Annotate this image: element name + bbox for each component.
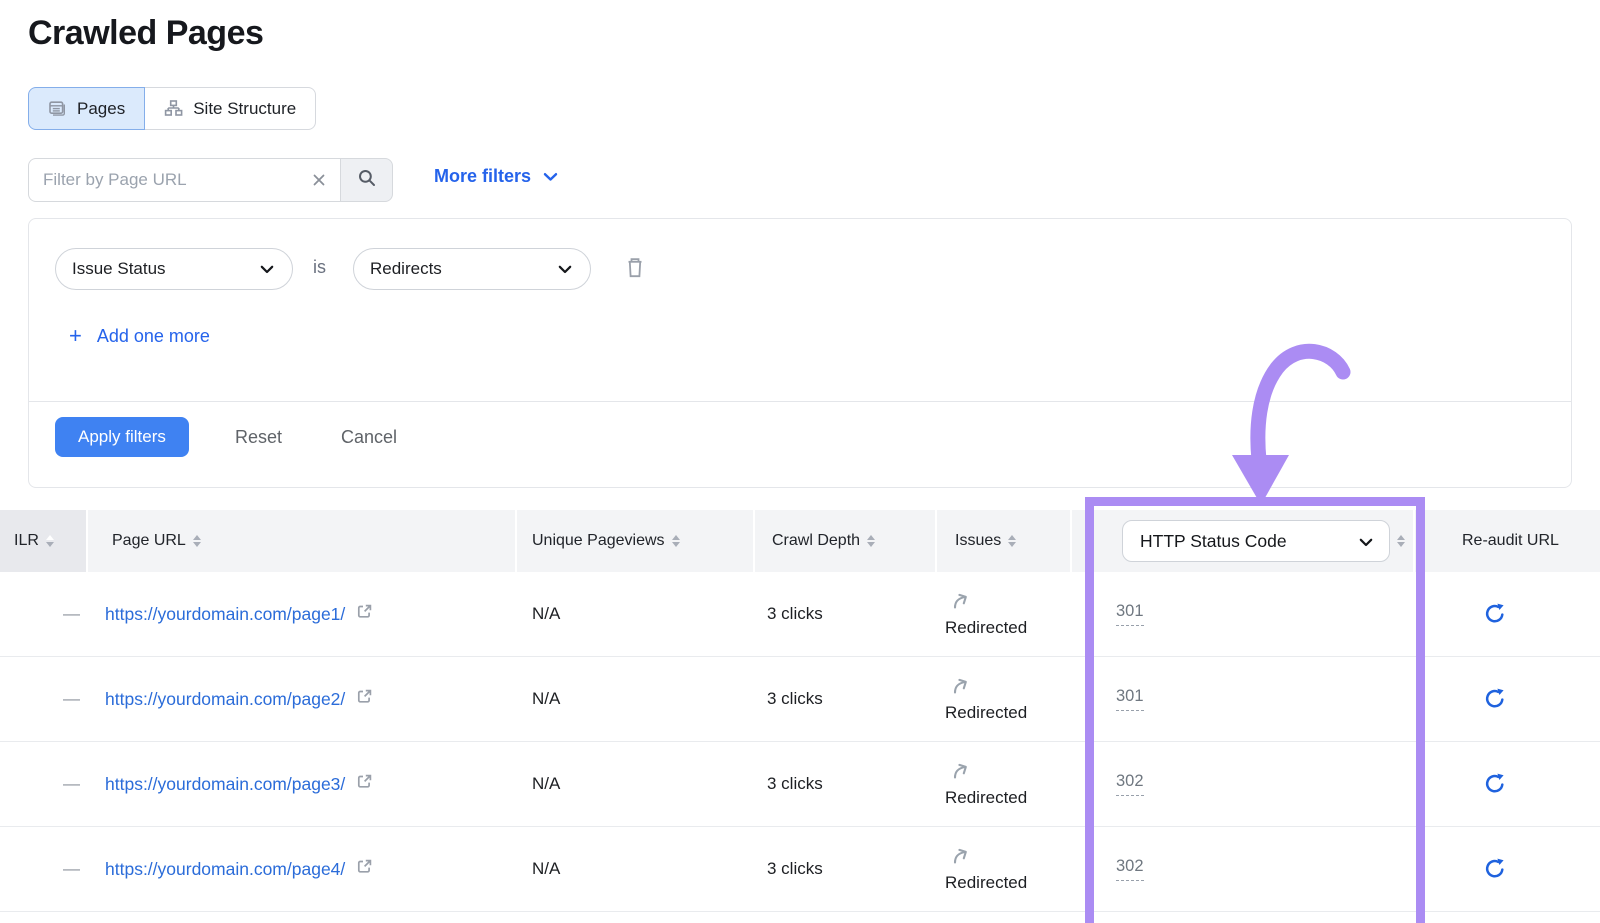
- filter-field-value: Issue Status: [72, 259, 166, 279]
- http-status-dropdown-label: HTTP Status Code: [1140, 531, 1287, 552]
- unique-pageviews-value: N/A: [517, 742, 755, 826]
- refresh-icon[interactable]: [1480, 854, 1510, 884]
- refresh-icon[interactable]: [1480, 769, 1510, 799]
- ilr-value: —: [0, 572, 88, 656]
- redirect-arrow-icon: [950, 761, 971, 787]
- unique-pageviews-value: N/A: [517, 827, 755, 911]
- sort-icon: [46, 535, 54, 547]
- search-button[interactable]: [340, 158, 393, 202]
- chevron-down-icon: [543, 166, 558, 187]
- crawl-depth-value: 3 clicks: [755, 742, 937, 826]
- reset-button[interactable]: Reset: [235, 417, 282, 457]
- table-row: — https://yourdomain.com/page3/ N/A 3 cl…: [0, 742, 1600, 827]
- redirect-arrow-icon: [950, 676, 971, 702]
- column-header-http-status: HTTP Status Code: [1072, 510, 1415, 572]
- page-url-link[interactable]: https://yourdomain.com/page4/: [105, 859, 345, 880]
- http-status-value[interactable]: 302: [1116, 857, 1144, 881]
- column-header-page-url[interactable]: Page URL: [88, 510, 517, 572]
- http-status-value[interactable]: 301: [1116, 602, 1144, 626]
- table-row: — https://yourdomain.com/page2/ N/A 3 cl…: [0, 657, 1600, 742]
- external-link-icon[interactable]: [356, 688, 373, 710]
- tab-site-structure-label: Site Structure: [193, 99, 296, 119]
- refresh-icon[interactable]: [1480, 599, 1510, 629]
- filter-operator-label: is: [313, 257, 326, 278]
- sort-icon: [672, 535, 680, 547]
- cancel-button[interactable]: Cancel: [341, 417, 397, 457]
- issue-label: Redirected: [945, 873, 1027, 893]
- page-title: Crawled Pages: [28, 14, 263, 53]
- panel-divider: [29, 401, 1571, 402]
- close-icon[interactable]: [308, 169, 330, 191]
- external-link-icon[interactable]: [356, 603, 373, 625]
- site-structure-icon: [164, 99, 183, 118]
- search-icon: [357, 168, 377, 193]
- column-header-re-audit: Re-audit URL: [1415, 510, 1600, 572]
- page-url-link[interactable]: https://yourdomain.com/page3/: [105, 774, 345, 795]
- unique-pageviews-value: N/A: [517, 657, 755, 741]
- trash-icon: [624, 256, 646, 285]
- unique-pageviews-value: N/A: [517, 572, 755, 656]
- ilr-value: —: [0, 657, 88, 741]
- table-row: — https://yourdomain.com/page4/ N/A 3 cl…: [0, 827, 1600, 912]
- column-label-ilr: ILR: [14, 532, 39, 550]
- column-label-issues: Issues: [955, 532, 1001, 550]
- apply-filters-button[interactable]: Apply filters: [55, 417, 189, 457]
- http-status-value[interactable]: 301: [1116, 687, 1144, 711]
- sort-icon: [867, 535, 875, 547]
- filter-value-select[interactable]: Redirects: [353, 248, 591, 290]
- table-row: — https://yourdomain.com/page1/ N/A 3 cl…: [0, 572, 1600, 657]
- column-header-ilr[interactable]: ILR: [0, 510, 88, 572]
- plus-icon: +: [69, 325, 82, 347]
- more-filters-label: More filters: [434, 166, 531, 187]
- remove-filter-button[interactable]: [621, 256, 649, 284]
- tab-pages-label: Pages: [77, 99, 125, 119]
- chevron-down-icon: [558, 259, 572, 279]
- page-url-link[interactable]: https://yourdomain.com/page2/: [105, 689, 345, 710]
- crawled-pages-screen: Crawled Pages Pages Site Structure: [0, 0, 1600, 923]
- column-header-crawl-depth[interactable]: Crawl Depth: [755, 510, 937, 572]
- column-label-crawl-depth: Crawl Depth: [772, 532, 860, 550]
- view-toggle: Pages Site Structure: [28, 87, 316, 130]
- add-one-more-button[interactable]: + Add one more: [69, 325, 210, 347]
- tab-site-structure[interactable]: Site Structure: [145, 87, 316, 130]
- ilr-value: —: [0, 742, 88, 826]
- refresh-icon[interactable]: [1480, 684, 1510, 714]
- page-url-link[interactable]: https://yourdomain.com/page1/: [105, 604, 345, 625]
- external-link-icon[interactable]: [356, 858, 373, 880]
- sort-icon[interactable]: [1397, 535, 1405, 547]
- more-filters-button[interactable]: More filters: [434, 166, 558, 187]
- url-filter-group: [28, 158, 393, 202]
- crawl-depth-value: 3 clicks: [755, 827, 937, 911]
- filter-field-select[interactable]: Issue Status: [55, 248, 293, 290]
- crawl-depth-value: 3 clicks: [755, 657, 937, 741]
- pages-icon: [48, 99, 67, 118]
- issue-label: Redirected: [945, 703, 1027, 723]
- tab-pages[interactable]: Pages: [28, 87, 145, 130]
- chevron-down-icon: [1359, 531, 1373, 552]
- http-status-code-dropdown[interactable]: HTTP Status Code: [1122, 520, 1390, 562]
- add-one-more-label: Add one more: [97, 326, 210, 347]
- ilr-value: —: [0, 827, 88, 911]
- sort-icon: [193, 535, 201, 547]
- sort-icon: [1008, 535, 1016, 547]
- column-header-unique-pageviews[interactable]: Unique Pageviews: [517, 510, 755, 572]
- page-url-filter-input[interactable]: [28, 158, 340, 202]
- chevron-down-icon: [260, 259, 274, 279]
- redirect-arrow-icon: [950, 591, 971, 617]
- external-link-icon[interactable]: [356, 773, 373, 795]
- filter-value: Redirects: [370, 259, 442, 279]
- issue-label: Redirected: [945, 788, 1027, 808]
- filter-panel: Issue Status is Redirects + Add one more…: [28, 218, 1572, 488]
- crawl-depth-value: 3 clicks: [755, 572, 937, 656]
- column-header-issues[interactable]: Issues: [937, 510, 1072, 572]
- crawled-pages-table: ILR Page URL Unique Pageviews Crawl Dept…: [0, 510, 1600, 912]
- issue-label: Redirected: [945, 618, 1027, 638]
- column-label-re-audit: Re-audit URL: [1462, 532, 1559, 550]
- table-header: ILR Page URL Unique Pageviews Crawl Dept…: [0, 510, 1600, 572]
- column-label-page-url: Page URL: [112, 532, 186, 550]
- redirect-arrow-icon: [950, 846, 971, 872]
- column-label-unique-pageviews: Unique Pageviews: [532, 532, 665, 550]
- http-status-value[interactable]: 302: [1116, 772, 1144, 796]
